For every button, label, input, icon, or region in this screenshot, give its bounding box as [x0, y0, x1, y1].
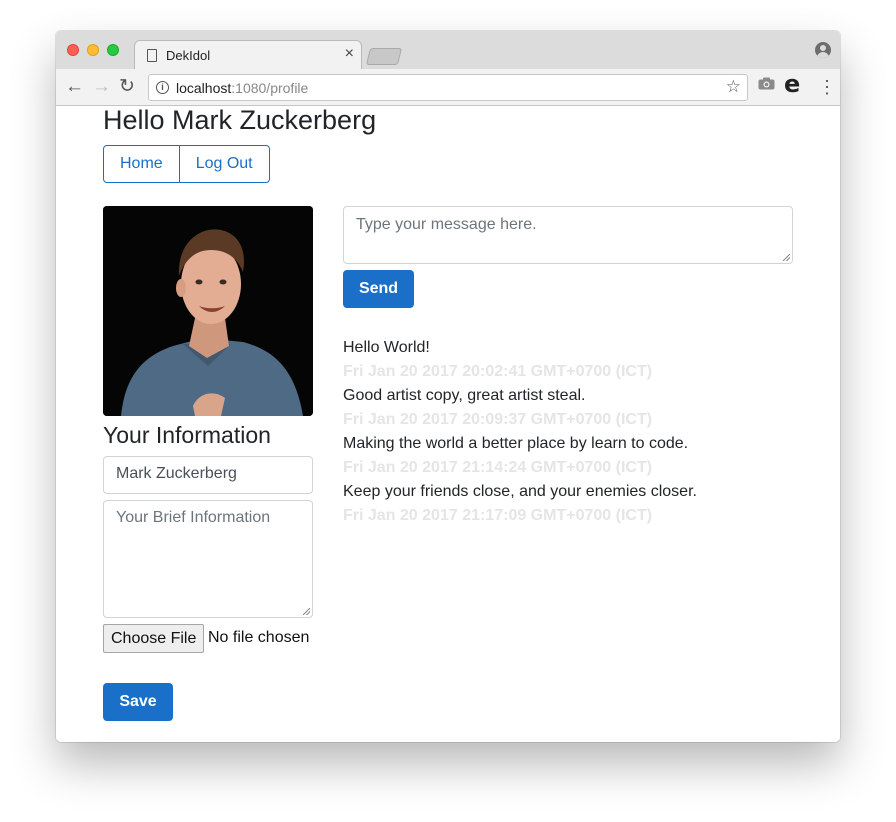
brief-info-textarea[interactable]: Your Brief Information	[103, 500, 313, 618]
post-timestamp: Fri Jan 20 2017 20:09:37 GMT+0700 (ICT)	[343, 411, 653, 428]
star-icon[interactable]: ☆	[726, 77, 741, 97]
new-tab-button[interactable]	[365, 48, 403, 65]
menu-dots-icon[interactable]: ⋮	[818, 74, 836, 100]
post-item: Hello World! Fri Jan 20 2017 20:02:41 GM…	[343, 336, 793, 384]
forward-arrow-icon[interactable]: →	[92, 75, 111, 99]
post-text: Hello World!	[343, 339, 430, 356]
resize-grip-icon[interactable]	[303, 608, 310, 615]
nav-button-group: Home Log Out	[103, 145, 270, 183]
post-timestamp: Fri Jan 20 2017 20:02:41 GMT+0700 (ICT)	[343, 363, 653, 380]
file-status: No file chosen	[208, 629, 310, 646]
brief-placeholder: Your Brief Information	[116, 509, 271, 526]
reload-icon[interactable]: ↻	[119, 75, 135, 99]
message-textarea[interactable]: Type your message here.	[343, 206, 793, 264]
camera-icon[interactable]	[758, 77, 775, 90]
document-icon	[147, 49, 157, 62]
profile-photo	[103, 206, 313, 416]
post-text: Making the world a better place by learn…	[343, 435, 689, 452]
url-host: localhost	[176, 80, 232, 96]
resize-grip-icon[interactable]	[783, 254, 790, 261]
logout-button[interactable]: Log Out	[179, 145, 270, 183]
post-item: Making the world a better place by learn…	[343, 432, 793, 480]
page-title: Hello Mark Zuckerberg	[103, 105, 377, 135]
post-timestamp: Fri Jan 20 2017 21:17:09 GMT+0700 (ICT)	[343, 507, 653, 524]
tab-strip: DekIdol ×	[56, 31, 840, 70]
address-bar[interactable]: i localhost:1080/profile ☆	[148, 74, 748, 101]
person-photo-icon	[103, 206, 313, 416]
back-arrow-icon[interactable]: ←	[65, 75, 84, 99]
post-text: Good artist copy, great artist steal.	[343, 387, 586, 404]
maximize-window-button[interactable]	[107, 44, 119, 56]
browser-toolbar: ← → ↻ i localhost:1080/profile ☆ e ⋮	[56, 69, 840, 106]
url-path: :1080/profile	[231, 80, 309, 96]
post-item: Keep your friends close, and your enemie…	[343, 480, 793, 528]
tab-close-icon[interactable]: ×	[345, 46, 354, 62]
browser-window: DekIdol × ← → ↻ i localhost:1080/profile…	[56, 31, 840, 742]
name-input[interactable]: Mark Zuckerberg	[103, 456, 313, 494]
tab-title: DekIdol	[166, 48, 211, 63]
info-icon[interactable]: i	[156, 81, 169, 94]
profile-page: Hello Mark Zuckerberg Home Log Out Your …	[56, 105, 840, 742]
minimize-window-button[interactable]	[87, 44, 99, 56]
browser-tab[interactable]: DekIdol ×	[134, 40, 362, 70]
message-placeholder: Type your message here.	[356, 216, 537, 233]
choose-file-button[interactable]: Choose File	[103, 624, 205, 653]
post-text: Keep your friends close, and your enemie…	[343, 483, 697, 500]
post-timestamp: Fri Jan 20 2017 21:14:24 GMT+0700 (ICT)	[343, 459, 653, 476]
close-window-button[interactable]	[67, 44, 79, 56]
section-title: Your Information	[103, 422, 271, 448]
save-button[interactable]: Save	[103, 683, 173, 721]
home-button[interactable]: Home	[103, 145, 180, 183]
extension-e-icon[interactable]: e	[784, 71, 800, 97]
profile-icon[interactable]	[815, 42, 831, 58]
post-list: Hello World! Fri Jan 20 2017 20:02:41 GM…	[343, 336, 793, 528]
url-text[interactable]: localhost:1080/profile	[176, 80, 308, 96]
send-button[interactable]: Send	[343, 270, 414, 308]
post-item: Good artist copy, great artist steal. Fr…	[343, 384, 793, 432]
